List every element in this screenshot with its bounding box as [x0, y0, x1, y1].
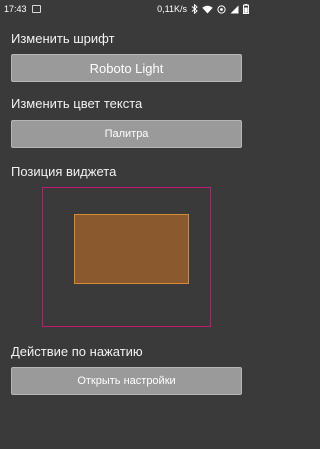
signal-icon [230, 5, 239, 14]
widget-position-frame[interactable] [42, 187, 211, 327]
change-text-color-label: Изменить цвет текста [11, 96, 143, 111]
change-font-label: Изменить шрифт [11, 31, 115, 46]
alarm-icon [217, 4, 226, 14]
bluetooth-icon [191, 4, 198, 14]
tap-action-label: Действие по нажатию [11, 344, 143, 359]
font-button[interactable]: Roboto Light [11, 54, 242, 82]
network-speed: 0,11K/s [157, 4, 187, 14]
status-bar: 17:43 0,11K/s [0, 0, 253, 18]
widget-position-label: Позиция виджета [11, 164, 117, 179]
notification-icon [31, 5, 41, 13]
status-time: 17:43 [4, 4, 27, 14]
battery-icon [243, 4, 249, 14]
palette-button[interactable]: Палитра [11, 120, 242, 148]
wifi-icon [202, 5, 213, 14]
widget-preview[interactable] [74, 214, 189, 284]
open-settings-button[interactable]: Открыть настройки [11, 367, 242, 395]
